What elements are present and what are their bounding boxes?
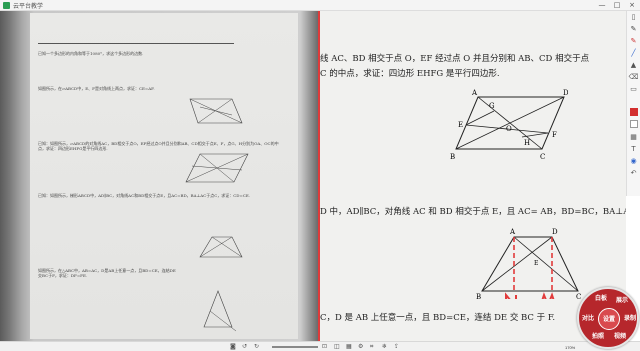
label-G: G — [489, 102, 495, 110]
pointer-icon[interactable]: ▯ — [628, 12, 640, 23]
right-text-line-3: D 中，AD∥BC，对角线 AC 和 BD 相交于点 E，且 AC= AB，BD… — [320, 207, 626, 217]
label-B: B — [450, 153, 455, 161]
camera-view[interactable]: 已知一个多边形的内角和等于1080°，求这个多边形的边数. 如图所示，在▱ABC… — [0, 11, 626, 341]
settings-icon[interactable]: ⚙ — [358, 343, 363, 351]
right-text-line-2: C 的中点，求证：四边形 EHFG 是平行四边形. — [320, 69, 500, 79]
laser-icon[interactable]: ╱ — [628, 48, 640, 59]
wheel-photo[interactable]: 拍照 — [591, 334, 605, 340]
grid-view-icon[interactable]: ▦ — [346, 343, 352, 351]
fit-icon[interactable]: ⊡ — [322, 343, 327, 351]
bottom-toolbar: ◙ ↺ ↻ 170% ⊡ ◫ ▦ ⚙ ⌗ ❄ ⇪ — [0, 341, 640, 351]
label-E: E — [458, 121, 463, 129]
left-camera-pane[interactable]: 已知一个多边形的内角和等于1080°，求这个多边形的边数. 如图所示，在▱ABC… — [0, 11, 318, 341]
label-O: O — [506, 125, 512, 133]
side-toolbar: ▯ ✎ ✎ ╱ ▲ ⌫ ▭ ▦ T ◉ ↶ — [626, 11, 640, 196]
wheel-whiteboard[interactable]: 白板 — [594, 296, 608, 302]
close-button[interactable]: × — [626, 1, 638, 10]
text-icon[interactable]: T — [628, 144, 640, 155]
figure-trapezoid-zoomed: A D B C E — [476, 228, 581, 299]
right-camera-pane[interactable]: 线 AC、BD 相交于点 O，EF 经过点 O 并且分别和 AB、CD 相交于点… — [320, 11, 626, 341]
label-C: C — [540, 153, 545, 161]
pen-icon[interactable]: ✎ — [628, 24, 640, 35]
shape-icon[interactable]: ▲ — [628, 60, 640, 71]
label-H: H — [524, 139, 530, 147]
rotate-right-icon[interactable]: ↻ — [254, 343, 259, 351]
label-D2: D — [552, 228, 558, 236]
wheel-compare[interactable]: 对比 — [581, 316, 595, 322]
clear-icon[interactable]: ▭ — [628, 84, 640, 95]
label-A2: A — [509, 228, 516, 236]
wheel-settings-button[interactable]: 设置 — [598, 308, 620, 330]
zoom-slider[interactable]: 170% — [272, 345, 575, 350]
eraser-icon[interactable]: ⌫ — [628, 72, 640, 83]
freeze-icon[interactable]: ❄ — [382, 343, 387, 351]
mirror-icon[interactable]: ◫ — [334, 343, 340, 351]
color-red-swatch[interactable] — [628, 108, 640, 119]
label-D: D — [563, 89, 568, 97]
problem-1-text: 已知一个多边形的内角和等于1080°，求这个多边形的边数. — [38, 51, 144, 56]
figure-2-parallelogram — [185, 153, 249, 183]
wheel-video[interactable]: 视频 — [613, 334, 627, 340]
label-F: F — [552, 131, 557, 139]
figure-parallelogram-zoomed: A D B C E F G H O — [450, 89, 568, 161]
right-text-line-4: C，D 是 AB 上任意一点，且 BD=CE，连结 DE 交 BC 于 F. — [320, 313, 556, 323]
problem-2-text: 如图所示，在▱ABCD中，E、F是对角线上两点，求证：CE=AF. — [38, 86, 155, 91]
maximize-button[interactable]: □ — [611, 1, 623, 10]
more-icon[interactable]: ◉ — [628, 156, 640, 167]
right-text-line-1: 线 AC、BD 相交于点 O，EF 经过点 O 并且分别和 AB、CD 相交于点 — [320, 54, 590, 64]
problem-4-text: 已知：如图所示，梯形ABCD中，AD∥BC，对角线AC和BD相交于点E，且AC=… — [38, 193, 251, 198]
undo-icon[interactable]: ↶ — [628, 168, 640, 179]
label-C2: C — [576, 293, 581, 299]
app-window: 云平台教学 — □ × 已知一个多边形的内角和等于1080°，求这个多边形的边数… — [0, 0, 640, 351]
crop-icon[interactable]: ⌗ — [370, 343, 373, 351]
app-title: 云平台教学 — [13, 2, 44, 10]
top-rule — [38, 43, 234, 44]
rotate-left-icon[interactable]: ↺ — [242, 343, 247, 351]
zoom-level: 170% — [565, 345, 576, 350]
label-E2: E — [534, 260, 538, 267]
function-wheel[interactable]: 白板 展示 对比 录制 拍照 视频 设置 — [577, 287, 639, 349]
share-icon[interactable]: ⇪ — [394, 343, 399, 351]
color-white-swatch[interactable] — [628, 120, 640, 131]
label-A: A — [471, 89, 478, 97]
camera-icon[interactable]: ◙ — [230, 343, 236, 351]
wheel-display[interactable]: 展示 — [615, 298, 629, 304]
window-controls: — □ × — [596, 1, 638, 10]
title-bar: 云平台教学 — □ × — [0, 0, 640, 11]
figure-1-parallelogram — [189, 98, 243, 124]
minimize-button[interactable]: — — [596, 1, 608, 10]
worksheet-page: 已知一个多边形的内角和等于1080°，求这个多边形的边数. 如图所示，在▱ABC… — [30, 13, 298, 339]
label-B2: B — [476, 293, 481, 299]
wheel-record[interactable]: 录制 — [623, 316, 637, 322]
grid-icon[interactable]: ▦ — [628, 132, 640, 143]
figure-3-trapezoid — [199, 236, 243, 258]
app-logo-icon — [3, 1, 10, 9]
marker-icon[interactable]: ✎ — [628, 36, 640, 47]
figure-4-triangle — [203, 290, 237, 332]
problem-5-text: 如图所示，在△ABC中，AB=AC，D是AB上任意一点，且BD=CE，连结DE交… — [38, 268, 176, 278]
